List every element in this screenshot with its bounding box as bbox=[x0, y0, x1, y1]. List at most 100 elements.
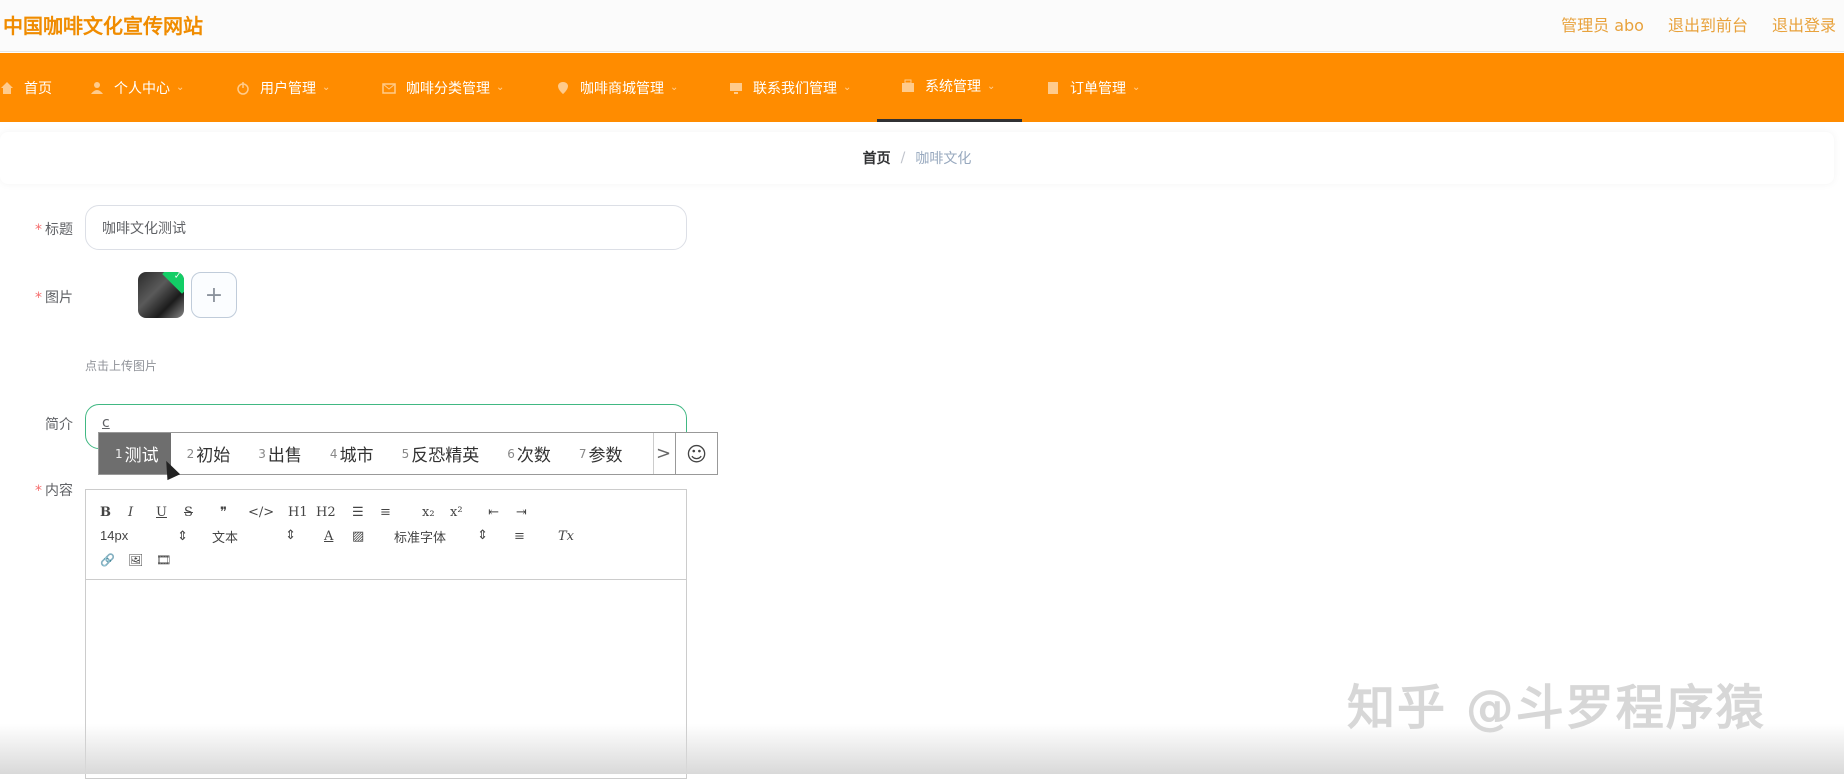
chevron-down-icon: ⌄ bbox=[322, 82, 331, 93]
background-color-button[interactable]: ▨ bbox=[352, 529, 380, 544]
strike-button[interactable]: S bbox=[184, 505, 212, 520]
ime-candidate[interactable]: 4 城市 bbox=[314, 433, 386, 474]
font-size-value: 14px bbox=[100, 528, 129, 543]
admin-user-link[interactable]: 管理员 abo bbox=[1561, 12, 1644, 36]
top-links: 管理员 abo 退出到前台 退出登录 bbox=[1561, 12, 1836, 36]
font-family-select[interactable]: 标准字体 ⇕ bbox=[394, 527, 488, 546]
indent-button[interactable]: ⇥ bbox=[516, 505, 544, 520]
link-button[interactable]: 🔗 bbox=[100, 553, 128, 567]
header1-button[interactable]: H1 bbox=[288, 505, 316, 520]
editor-toolbar: B I U S ❞ </> H1 H2 ☰ ≡ x₂ x² ⇤ ⇥ 14px ⇕ … bbox=[86, 490, 686, 580]
back-to-front-link[interactable]: 退出到前台 bbox=[1668, 12, 1748, 36]
intro-label: 简介 bbox=[0, 414, 73, 434]
breadcrumb: 首页 / 咖啡文化 bbox=[0, 132, 1834, 184]
document-icon bbox=[1048, 81, 1058, 94]
plus-icon: + bbox=[204, 282, 224, 308]
nav-label: 订单管理 bbox=[1070, 80, 1126, 97]
bullet-list-button[interactable]: ≡ bbox=[380, 505, 422, 520]
emoji-icon[interactable]: ☺ bbox=[675, 433, 717, 474]
ordered-list-button[interactable]: ☰ bbox=[352, 505, 380, 520]
title-input[interactable]: 咖啡文化测试 bbox=[85, 205, 687, 250]
candidate-number: 2 bbox=[186, 446, 195, 461]
title-label-text: 标题 bbox=[45, 222, 73, 238]
ime-candidate[interactable]: 7 参数 bbox=[563, 433, 635, 474]
title-input-value: 咖啡文化测试 bbox=[102, 220, 186, 237]
required-mark: * bbox=[35, 483, 42, 499]
chevron-right-icon[interactable]: > bbox=[653, 433, 673, 474]
candidate-text: 次数 bbox=[516, 446, 551, 466]
check-icon: ✓ bbox=[173, 272, 182, 282]
location-icon bbox=[558, 81, 568, 94]
nav-item-coffee-shop[interactable]: 咖啡商城管理 ⌄ bbox=[556, 53, 678, 122]
code-button[interactable]: </> bbox=[248, 505, 288, 520]
monitor-icon bbox=[730, 82, 742, 94]
nav-item-users[interactable]: 用户管理 ⌄ bbox=[236, 53, 330, 122]
image-label: * 图片 bbox=[0, 287, 73, 307]
nav-item-contact[interactable]: 联系我们管理 ⌄ bbox=[729, 53, 851, 122]
outdent-button[interactable]: ⇤ bbox=[488, 505, 516, 520]
bold-button[interactable]: B bbox=[100, 505, 128, 520]
font-size-select[interactable]: 14px ⇕ bbox=[100, 528, 188, 544]
text-style-select[interactable]: 文本 ⇕ bbox=[212, 527, 296, 546]
image-button[interactable]: 🖼 bbox=[128, 553, 156, 567]
required-mark: * bbox=[35, 222, 42, 238]
candidate-text: 出售 bbox=[267, 446, 302, 466]
power-icon bbox=[237, 81, 249, 95]
upload-hint: 点击上传图片 bbox=[85, 359, 158, 373]
ime-candidate[interactable]: 3 出售 bbox=[242, 433, 314, 474]
breadcrumb-current: 咖啡文化 bbox=[915, 151, 972, 167]
subscript-button[interactable]: x₂ bbox=[422, 505, 450, 520]
text-style-value: 文本 bbox=[212, 529, 239, 545]
nav-item-system[interactable]: 系统管理 ⌄ bbox=[877, 53, 1022, 122]
candidate-number: 4 bbox=[329, 446, 338, 461]
superscript-button[interactable]: x² bbox=[450, 505, 488, 520]
nav-item-home[interactable]: 首页 bbox=[0, 53, 52, 122]
font-color-button[interactable]: A bbox=[324, 529, 352, 544]
top-header: 中国咖啡文化宣传网站 管理员 abo 退出到前台 退出登录 bbox=[0, 0, 1844, 52]
required-mark: * bbox=[35, 290, 42, 306]
underline-button[interactable]: U bbox=[156, 505, 184, 520]
italic-button[interactable]: I bbox=[128, 505, 156, 520]
ime-candidate[interactable]: 5 反恐精英 bbox=[386, 433, 492, 474]
ime-candidate-bar: 1 测试 2 初始 3 出售 4 城市 5 反恐精英 6 次数 7 参数 > ☺ bbox=[98, 432, 718, 475]
candidate-number: 7 bbox=[578, 446, 587, 461]
toolbar-row-3: 🔗 🖼 🎞 bbox=[100, 548, 672, 572]
site-title: 中国咖啡文化宣传网站 bbox=[3, 14, 203, 38]
video-button[interactable]: 🎞 bbox=[156, 553, 184, 567]
nav-label: 咖啡分类管理 bbox=[406, 80, 490, 97]
candidate-text: 反恐精英 bbox=[411, 446, 480, 466]
mail-icon bbox=[382, 82, 396, 94]
logout-link[interactable]: 退出登录 bbox=[1772, 12, 1836, 36]
breadcrumb-home[interactable]: 首页 bbox=[863, 148, 891, 168]
candidate-number: 3 bbox=[258, 446, 266, 461]
upload-add-button[interactable]: + bbox=[191, 272, 237, 318]
intro-label-text: 简介 bbox=[45, 417, 73, 433]
nav-item-orders[interactable]: 订单管理 ⌄ bbox=[1046, 53, 1140, 122]
bottom-fade bbox=[0, 724, 1844, 774]
select-arrows-icon: ⇕ bbox=[477, 526, 488, 542]
content-label: * 内容 bbox=[0, 480, 73, 500]
ime-candidate[interactable]: 6 次数 bbox=[491, 433, 563, 474]
ime-candidate[interactable]: 2 初始 bbox=[171, 433, 243, 474]
nav-label: 联系我们管理 bbox=[753, 80, 837, 97]
nav-item-coffee-category[interactable]: 咖啡分类管理 ⌄ bbox=[382, 53, 504, 122]
home-icon bbox=[1, 81, 13, 94]
chevron-down-icon: ⌄ bbox=[1132, 82, 1141, 93]
blockquote-button[interactable]: ❞ bbox=[220, 505, 248, 520]
chevron-down-icon: ⌄ bbox=[987, 80, 996, 92]
header2-button[interactable]: H2 bbox=[316, 505, 352, 520]
upload-success-badge: ✓ bbox=[162, 272, 184, 294]
candidate-text: 初始 bbox=[196, 446, 231, 466]
image-label-text: 图片 bbox=[45, 290, 73, 306]
nav-item-profile[interactable]: 个人中心 ⌄ bbox=[90, 53, 184, 122]
nav-label: 咖啡商城管理 bbox=[580, 80, 664, 97]
nav-label: 用户管理 bbox=[260, 80, 316, 97]
align-button[interactable]: ≡ bbox=[514, 529, 558, 544]
ime-candidate[interactable]: 1 测试 bbox=[99, 433, 171, 474]
user-icon bbox=[91, 81, 103, 94]
briefcase-icon bbox=[902, 79, 914, 92]
nav-label: 个人中心 bbox=[114, 80, 170, 97]
candidate-text: 参数 bbox=[588, 446, 623, 466]
clear-format-button[interactable]: Tx bbox=[558, 529, 586, 544]
uploaded-image-thumbnail[interactable]: ✓ bbox=[138, 272, 184, 318]
